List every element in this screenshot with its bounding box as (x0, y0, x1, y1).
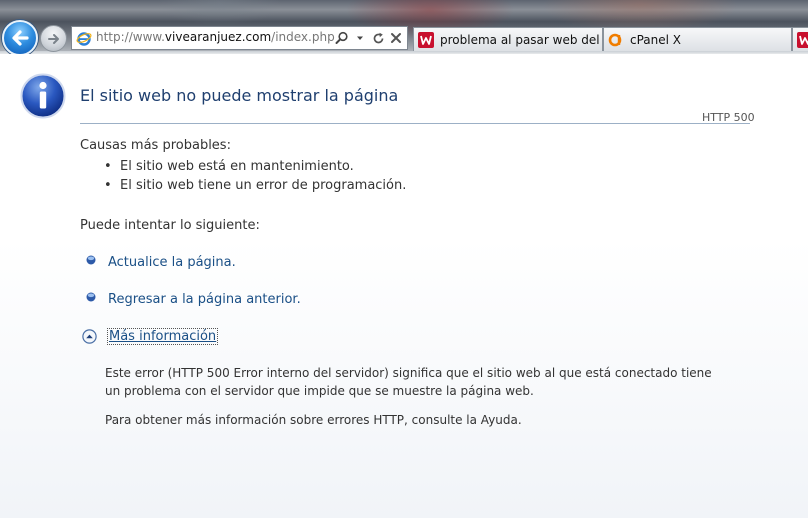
webcindario-favicon-icon (418, 31, 434, 48)
more-info-toggle[interactable]: Más información (82, 328, 219, 345)
address-actions (334, 29, 404, 47)
cause-item: El sitio web está en mantenimiento. (104, 159, 354, 174)
error-page: El sitio web no puede mostrar la página … (0, 54, 808, 518)
browser-toolbar: http://www.vivearanjuez.com/index.php pr… (0, 0, 808, 54)
tab-label: cPanel X (630, 32, 682, 47)
url-path: /index.php (271, 30, 335, 44)
blue-bullet-icon (86, 292, 96, 301)
more-info-link[interactable]: Más información (106, 328, 219, 345)
forward-button[interactable] (40, 25, 67, 52)
address-bar[interactable]: http://www.vivearanjuez.com/index.php (71, 26, 408, 50)
url-host: vivearanjuez.com (164, 30, 272, 44)
stop-button[interactable] (388, 29, 404, 47)
refresh-icon (373, 32, 383, 43)
tab-cpanel[interactable]: cPanel X (603, 27, 792, 51)
cause-item: El sitio web tiene un error de programac… (104, 178, 407, 193)
page-title: El sitio web no puede mostrar la página (80, 86, 399, 105)
go-back-action[interactable]: Regresar a la página anterior. (86, 292, 301, 307)
dropdown-button[interactable] (352, 29, 368, 47)
chevron-down-icon (357, 36, 363, 40)
causes-heading: Causas más probables: (80, 138, 231, 153)
cause-text: El sitio web tiene un error de programac… (120, 178, 407, 193)
cause-text: El sitio web está en mantenimiento. (120, 159, 354, 174)
back-button[interactable] (2, 20, 38, 54)
webcindario-favicon-icon (797, 31, 808, 48)
info-icon (20, 73, 66, 119)
go-back-link[interactable]: Regresar a la página anterior. (108, 292, 301, 307)
refresh-page-action[interactable]: Actualice la página. (86, 255, 236, 270)
search-button[interactable] (334, 29, 350, 47)
search-icon (335, 31, 348, 44)
try-heading: Puede intentar lo siguiente: (80, 218, 260, 233)
collapse-up-icon (82, 329, 97, 344)
tab-label: problema al pasar web del se... (440, 32, 602, 47)
tab-partial[interactable] (792, 27, 808, 51)
back-arrow-icon (12, 30, 29, 46)
ie-logo-icon (76, 32, 92, 46)
url-text[interactable]: http://www.vivearanjuez.com/index.php (96, 30, 335, 44)
title-divider (80, 123, 750, 124)
forward-arrow-icon (47, 33, 59, 44)
cpanel-favicon-icon (608, 33, 622, 46)
blue-bullet-icon (86, 255, 96, 264)
refresh-button[interactable] (370, 29, 386, 47)
url-prefix: http://www. (96, 30, 165, 44)
stop-icon (391, 33, 401, 43)
tab-problema[interactable]: problema al pasar web del se... (413, 27, 603, 51)
refresh-page-link[interactable]: Actualice la página. (108, 255, 236, 270)
help-text: Para obtener más información sobre error… (105, 413, 522, 427)
details-text: Este error (HTTP 500 Error interno del s… (105, 366, 712, 398)
